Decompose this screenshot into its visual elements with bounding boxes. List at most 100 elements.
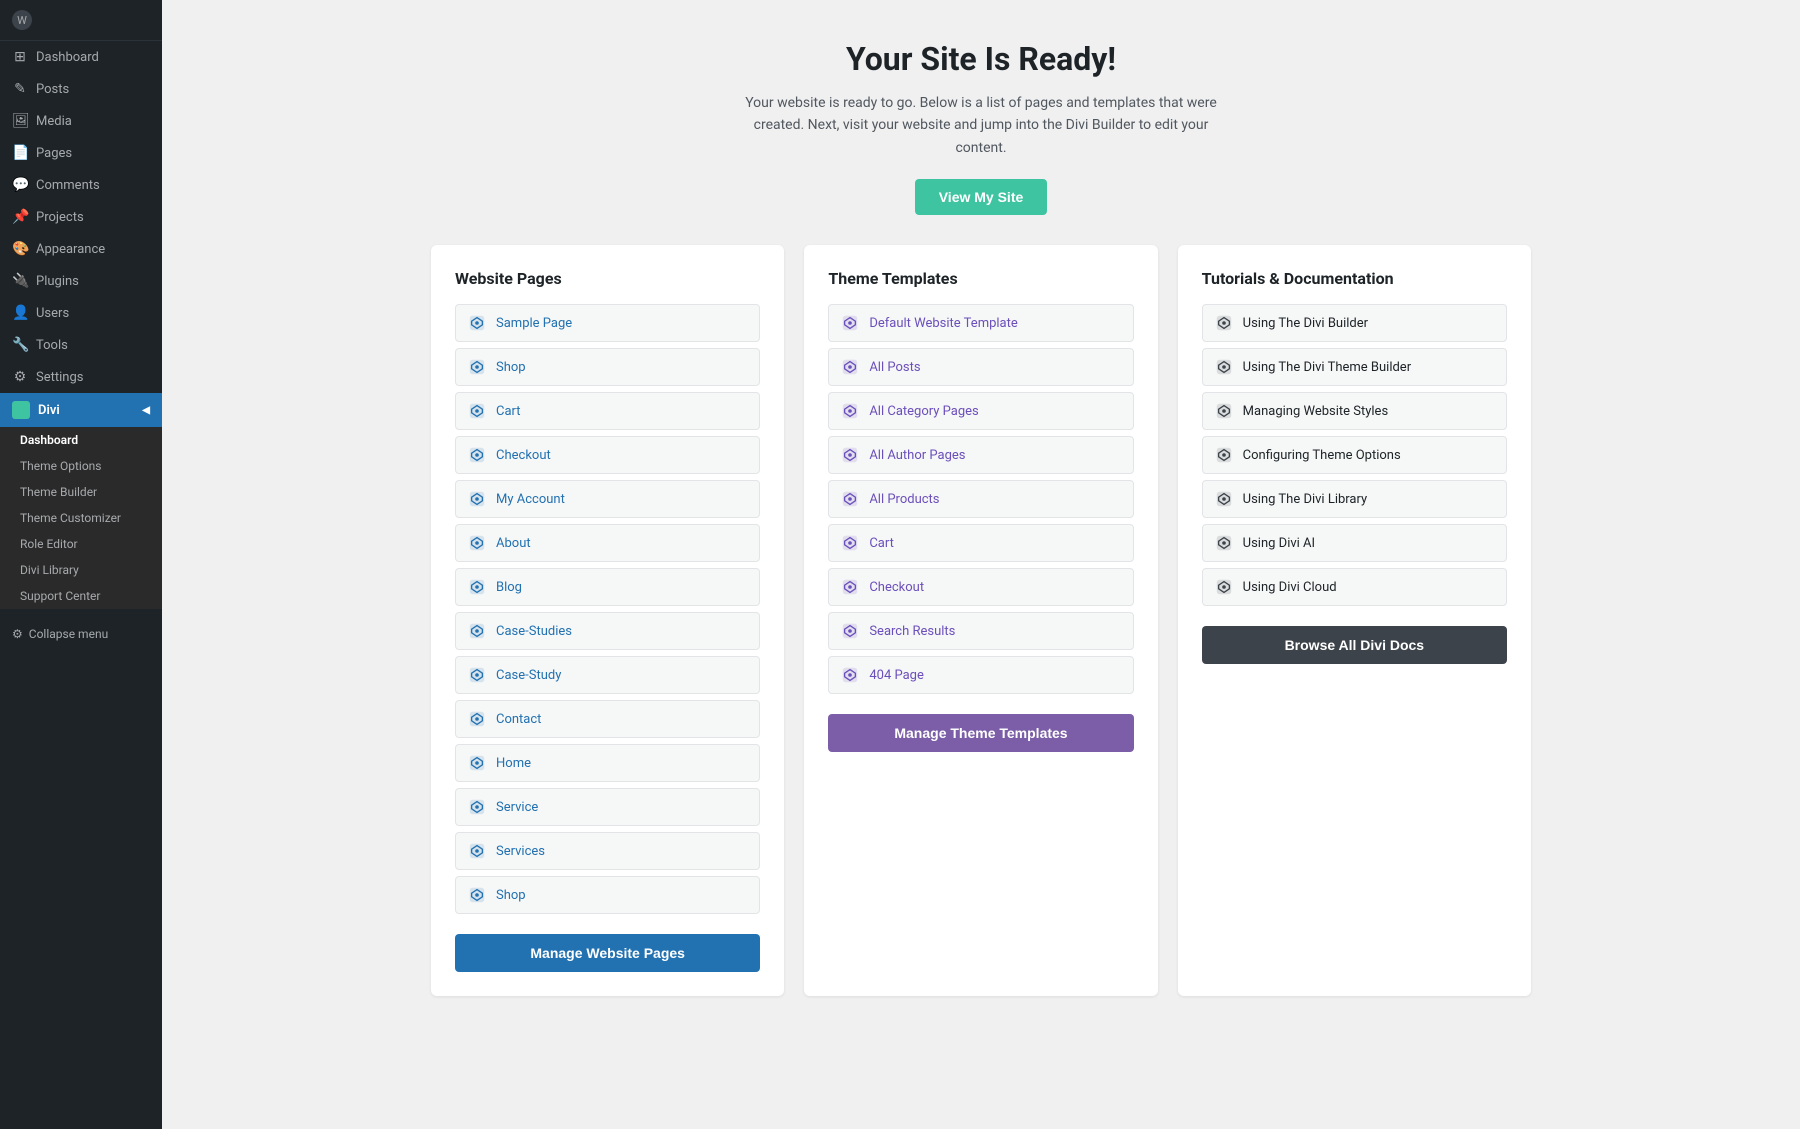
list-item[interactable]: Contact <box>455 700 760 738</box>
projects-icon: 📌 <box>12 209 28 225</box>
collapse-label: Collapse menu <box>29 627 108 641</box>
list-item[interactable]: Default Website Template <box>828 304 1133 342</box>
website-pages-card: Website Pages Sample Page Shop Cart Chec… <box>431 245 784 996</box>
sidebar-item-dashboard[interactable]: ⊞ Dashboard <box>0 41 162 73</box>
page-subtitle: Your website is ready to go. Below is a … <box>731 92 1231 159</box>
list-item[interactable]: Using The Divi Builder <box>1202 304 1507 342</box>
list-item[interactable]: Managing Website Styles <box>1202 392 1507 430</box>
sidebar-item-media[interactable]: 🖼 Media <box>0 105 162 137</box>
page-title: Your Site Is Ready! <box>192 40 1770 78</box>
list-item[interactable]: Service <box>455 788 760 826</box>
sidebar-item-settings[interactable]: ⚙ Settings <box>0 361 162 393</box>
divi-header[interactable]: Divi ◀ <box>0 393 162 427</box>
list-item[interactable]: About <box>455 524 760 562</box>
appearance-icon: 🎨 <box>12 241 28 257</box>
collapse-icon: ⚙ <box>12 627 23 641</box>
website-pages-list: Sample Page Shop Cart Checkout My Accoun… <box>455 304 760 914</box>
theme-templates-card: Theme Templates Default Website Template… <box>804 245 1157 996</box>
list-item[interactable]: Using The Divi Theme Builder <box>1202 348 1507 386</box>
dashboard-icon: ⊞ <box>12 49 28 65</box>
sidebar: W ⊞ Dashboard ✎ Posts 🖼 Media 📄 Pages 💬 … <box>0 0 162 1129</box>
list-item[interactable]: Cart <box>828 524 1133 562</box>
list-item[interactable]: Sample Page <box>455 304 760 342</box>
sidebar-item-users[interactable]: 👤 Users <box>0 297 162 329</box>
tutorials-heading: Tutorials & Documentation <box>1202 269 1507 288</box>
tools-icon: 🔧 <box>12 337 28 353</box>
sidebar-item-appearance[interactable]: 🎨 Appearance <box>0 233 162 265</box>
divi-section: Divi ◀ Dashboard Theme Options Theme Bui… <box>0 393 162 609</box>
list-item[interactable]: Case-Study <box>455 656 760 694</box>
divi-sub-divi-library[interactable]: Divi Library <box>0 557 162 583</box>
list-item[interactable]: My Account <box>455 480 760 518</box>
main-content: Your Site Is Ready! Your website is read… <box>162 0 1800 1129</box>
list-item[interactable]: Shop <box>455 348 760 386</box>
sidebar-logo: W <box>0 0 162 41</box>
list-item[interactable]: Services <box>455 832 760 870</box>
list-item[interactable]: Shop <box>455 876 760 914</box>
sidebar-item-label: Tools <box>36 338 68 353</box>
manage-theme-templates-button[interactable]: Manage Theme Templates <box>828 714 1133 752</box>
sidebar-item-plugins[interactable]: 🔌 Plugins <box>0 265 162 297</box>
sidebar-nav: ⊞ Dashboard ✎ Posts 🖼 Media 📄 Pages 💬 Co… <box>0 41 162 393</box>
theme-templates-heading: Theme Templates <box>828 269 1133 288</box>
view-site-button[interactable]: View My Site <box>915 179 1048 215</box>
page-header: Your Site Is Ready! Your website is read… <box>192 40 1770 215</box>
list-item[interactable]: Checkout <box>455 436 760 474</box>
list-item[interactable]: Configuring Theme Options <box>1202 436 1507 474</box>
list-item[interactable]: Using Divi Cloud <box>1202 568 1507 606</box>
list-item[interactable]: Blog <box>455 568 760 606</box>
sidebar-item-comments[interactable]: 💬 Comments <box>0 169 162 201</box>
divi-sub-theme-options[interactable]: Theme Options <box>0 453 162 479</box>
list-item[interactable]: All Posts <box>828 348 1133 386</box>
sidebar-item-pages[interactable]: 📄 Pages <box>0 137 162 169</box>
list-item[interactable]: All Author Pages <box>828 436 1133 474</box>
sidebar-item-label: Users <box>36 306 69 321</box>
list-item[interactable]: Case-Studies <box>455 612 760 650</box>
tutorials-list: Using The Divi Builder Using The Divi Th… <box>1202 304 1507 606</box>
sidebar-item-label: Dashboard <box>36 50 99 65</box>
tutorials-card: Tutorials & Documentation Using The Divi… <box>1178 245 1531 996</box>
list-item[interactable]: Cart <box>455 392 760 430</box>
divi-sub-support-center[interactable]: Support Center <box>0 583 162 609</box>
list-item[interactable]: Search Results <box>828 612 1133 650</box>
sidebar-item-label: Posts <box>36 82 69 97</box>
browse-all-docs-button[interactable]: Browse All Divi Docs <box>1202 626 1507 664</box>
list-item[interactable]: Home <box>455 744 760 782</box>
sidebar-item-label: Pages <box>36 146 72 161</box>
website-pages-heading: Website Pages <box>455 269 760 288</box>
sidebar-item-label: Projects <box>36 210 84 225</box>
divi-label: Divi <box>38 403 60 418</box>
wp-logo-icon: W <box>12 10 32 30</box>
sidebar-item-label: Media <box>36 114 72 129</box>
divi-sub-role-editor[interactable]: Role Editor <box>0 531 162 557</box>
sidebar-item-label: Plugins <box>36 274 79 289</box>
media-icon: 🖼 <box>12 113 28 129</box>
users-icon: 👤 <box>12 305 28 321</box>
sidebar-item-tools[interactable]: 🔧 Tools <box>0 329 162 361</box>
list-item[interactable]: All Category Pages <box>828 392 1133 430</box>
divi-sub-theme-builder[interactable]: Theme Builder <box>0 479 162 505</box>
divi-sub-dashboard[interactable]: Dashboard <box>0 427 162 453</box>
plugins-icon: 🔌 <box>12 273 28 289</box>
sidebar-item-posts[interactable]: ✎ Posts <box>0 73 162 105</box>
list-item[interactable]: Using Divi AI <box>1202 524 1507 562</box>
sidebar-item-projects[interactable]: 📌 Projects <box>0 201 162 233</box>
list-item[interactable]: Checkout <box>828 568 1133 606</box>
columns-container: Website Pages Sample Page Shop Cart Chec… <box>431 245 1531 996</box>
theme-templates-list: Default Website Template All Posts All C… <box>828 304 1133 694</box>
list-item[interactable]: Using The Divi Library <box>1202 480 1507 518</box>
posts-icon: ✎ <box>12 81 28 97</box>
comments-icon: 💬 <box>12 177 28 193</box>
list-item[interactable]: All Products <box>828 480 1133 518</box>
divi-sub-theme-customizer[interactable]: Theme Customizer <box>0 505 162 531</box>
pages-icon: 📄 <box>12 145 28 161</box>
sidebar-item-label: Comments <box>36 178 100 193</box>
manage-website-pages-button[interactable]: Manage Website Pages <box>455 934 760 972</box>
collapse-menu-button[interactable]: ⚙ Collapse menu <box>0 619 162 649</box>
list-item[interactable]: 404 Page <box>828 656 1133 694</box>
sidebar-item-label: Appearance <box>36 242 105 257</box>
settings-icon: ⚙ <box>12 369 28 385</box>
divi-arrow-icon: ◀ <box>142 405 150 416</box>
divi-icon <box>12 401 30 419</box>
sidebar-item-label: Settings <box>36 370 83 385</box>
